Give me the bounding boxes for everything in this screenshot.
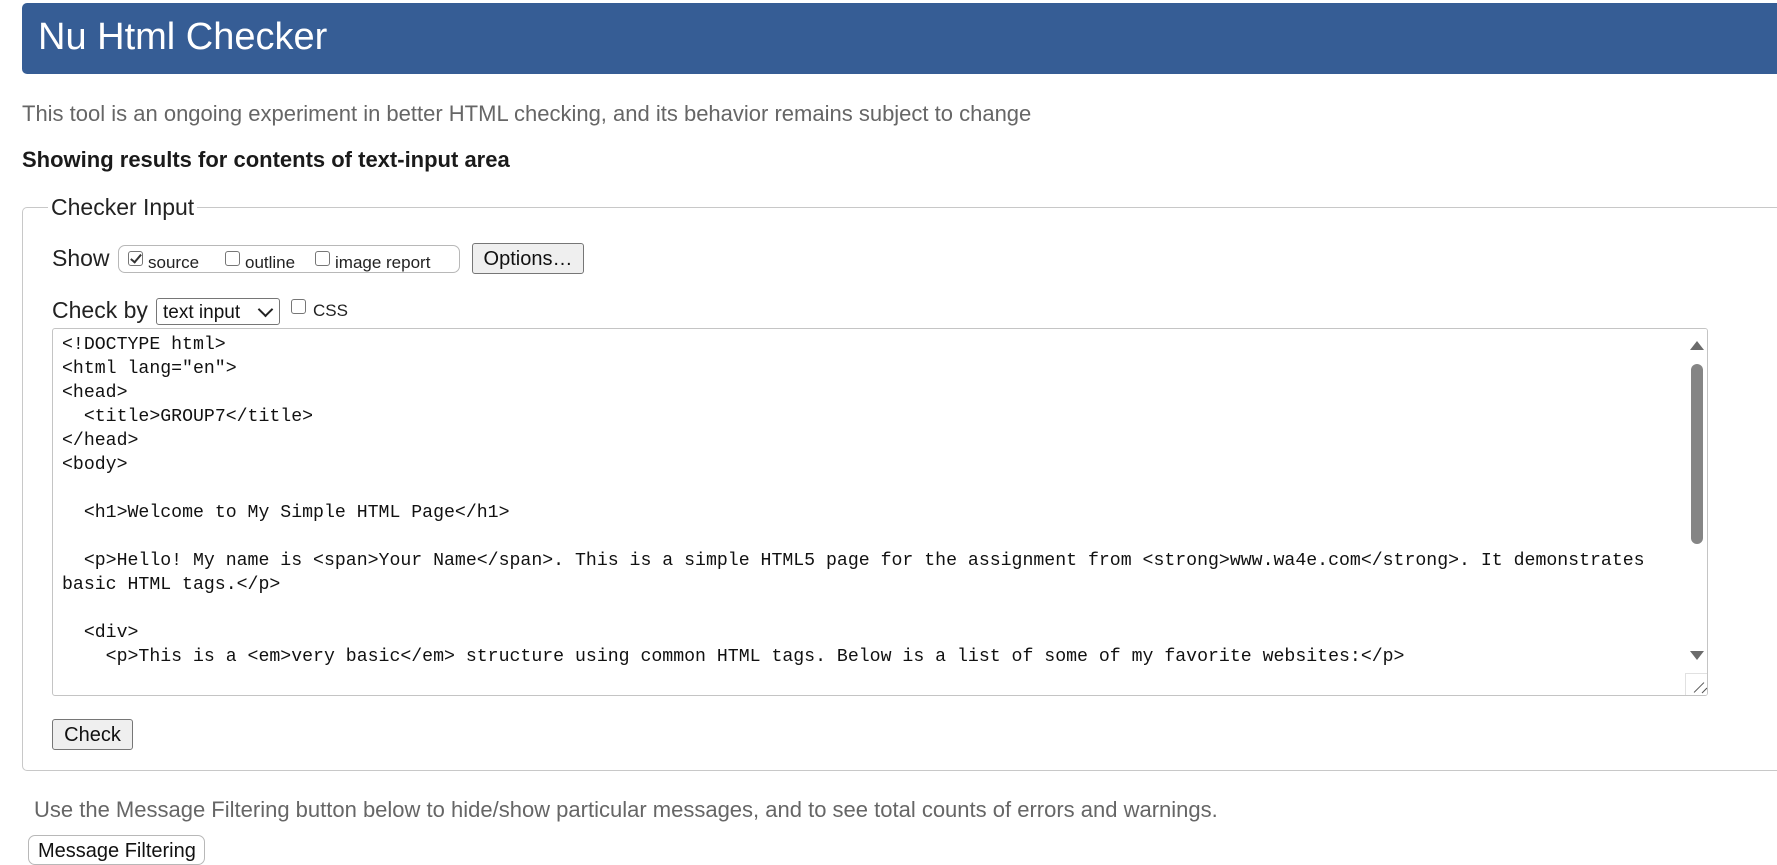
textarea-scrollbar[interactable] [1686, 329, 1707, 695]
image-report-checkbox-label: image report [335, 253, 431, 272]
options-button[interactable]: Options… [472, 243, 584, 274]
check-button[interactable]: Check [52, 719, 133, 750]
scroll-down-arrow-icon[interactable] [1690, 651, 1704, 660]
css-checkbox[interactable] [291, 299, 306, 314]
page-title: Nu Html Checker [38, 16, 328, 58]
outline-checkbox-label: outline [245, 253, 296, 272]
scroll-up-arrow-icon[interactable] [1690, 341, 1704, 350]
check-by-select-value: text input [163, 302, 241, 323]
checker-input-legend: Checker Input [51, 194, 195, 220]
show-label: Show [52, 245, 110, 271]
show-options-group: source outline image report [118, 245, 460, 273]
resize-handle-icon[interactable] [1685, 673, 1707, 695]
check-by-select[interactable]: text input [156, 298, 280, 325]
check-by-label: Check by [52, 297, 148, 323]
filter-note: Use the Message Filtering button below t… [34, 797, 1218, 822]
scroll-thumb[interactable] [1691, 364, 1703, 544]
page-header: Nu Html Checker [22, 3, 1777, 74]
tool-description: This tool is an ongoing experiment in be… [22, 101, 1032, 126]
chevron-down-icon [257, 301, 274, 318]
image-report-checkbox[interactable] [315, 251, 330, 266]
css-checkbox-label: CSS [313, 301, 348, 320]
source-textarea[interactable]: <!DOCTYPE html> <html lang="en"> <head> … [52, 328, 1708, 696]
source-checkbox[interactable] [128, 251, 143, 266]
results-heading: Showing results for contents of text-inp… [22, 147, 510, 172]
message-filtering-button[interactable]: Message Filtering [28, 835, 205, 865]
source-code-text: <!DOCTYPE html> <html lang="en"> <head> … [62, 335, 1645, 667]
message-filtering-label: Message Filtering [38, 840, 196, 862]
outline-checkbox[interactable] [225, 251, 240, 266]
source-checkbox-label: source [148, 253, 200, 272]
